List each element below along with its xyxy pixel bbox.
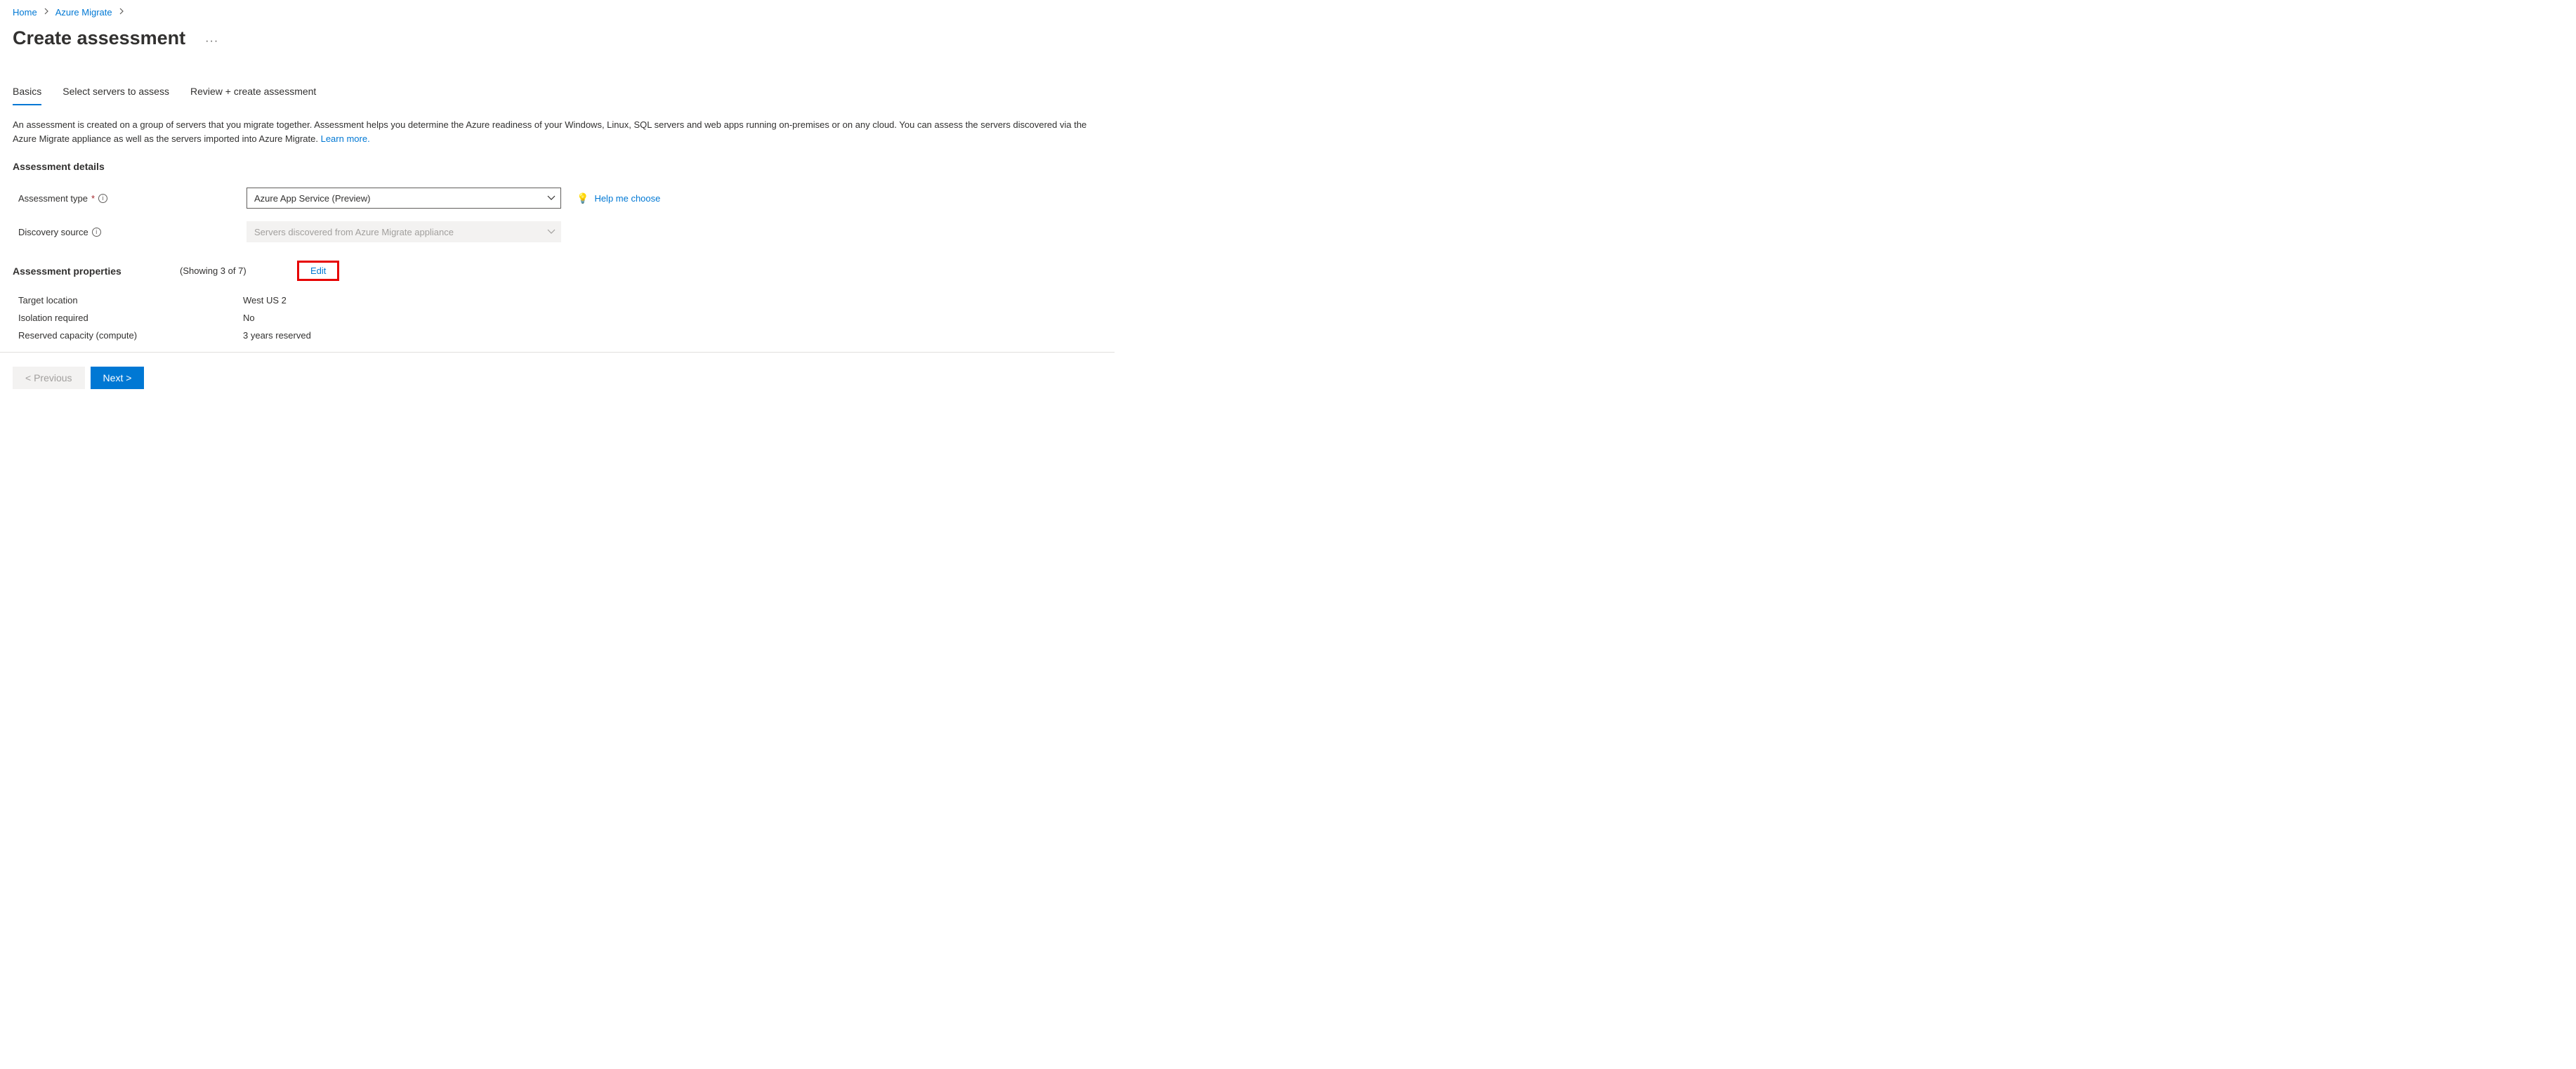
help-me-choose-link[interactable]: Help me choose bbox=[594, 193, 660, 204]
assessment-type-select[interactable]: Azure App Service (Preview) bbox=[247, 188, 561, 209]
footer-buttons: < Previous Next > bbox=[13, 353, 1102, 403]
chevron-right-icon bbox=[119, 8, 124, 17]
prop-reserved-capacity-label: Reserved capacity (compute) bbox=[18, 330, 243, 341]
section-assessment-details-header: Assessment details bbox=[13, 161, 1102, 172]
info-icon[interactable]: i bbox=[92, 228, 101, 237]
learn-more-link[interactable]: Learn more. bbox=[321, 133, 370, 144]
edit-highlight-box: Edit bbox=[297, 261, 339, 281]
assessment-type-label: Assessment type * i bbox=[13, 193, 247, 204]
breadcrumb-home[interactable]: Home bbox=[13, 7, 37, 18]
prop-isolation-required-label: Isolation required bbox=[18, 313, 243, 323]
more-actions-icon[interactable]: ··· bbox=[205, 35, 218, 48]
prop-isolation-required-value: No bbox=[243, 313, 255, 323]
section-assessment-properties-header: Assessment properties bbox=[13, 265, 180, 277]
page-title: Create assessment bbox=[13, 27, 185, 49]
tabs: Basics Select servers to assess Review +… bbox=[13, 86, 1102, 105]
discovery-source-label: Discovery source i bbox=[13, 227, 247, 237]
required-indicator: * bbox=[91, 193, 95, 204]
breadcrumb-azure-migrate[interactable]: Azure Migrate bbox=[55, 7, 112, 18]
description-body: An assessment is created on a group of s… bbox=[13, 119, 1086, 144]
next-button[interactable]: Next > bbox=[91, 367, 145, 389]
tab-review-create[interactable]: Review + create assessment bbox=[190, 86, 316, 105]
discovery-source-select: Servers discovered from Azure Migrate ap… bbox=[247, 221, 561, 242]
lightbulb-icon: 💡 bbox=[577, 192, 589, 204]
description-text: An assessment is created on a group of s… bbox=[13, 118, 1102, 145]
tab-basics[interactable]: Basics bbox=[13, 86, 41, 105]
breadcrumb: Home Azure Migrate bbox=[13, 7, 1102, 18]
edit-properties-link[interactable]: Edit bbox=[310, 265, 326, 276]
assessment-type-value: Azure App Service (Preview) bbox=[254, 193, 370, 204]
tab-select-servers[interactable]: Select servers to assess bbox=[63, 86, 169, 105]
info-icon[interactable]: i bbox=[98, 194, 107, 203]
prop-reserved-capacity-value: 3 years reserved bbox=[243, 330, 311, 341]
chevron-right-icon bbox=[44, 8, 48, 17]
prop-target-location-value: West US 2 bbox=[243, 295, 287, 306]
previous-button: < Previous bbox=[13, 367, 85, 389]
properties-showing-count: (Showing 3 of 7) bbox=[180, 265, 297, 276]
discovery-source-value: Servers discovered from Azure Migrate ap… bbox=[254, 227, 454, 237]
prop-target-location-label: Target location bbox=[18, 295, 243, 306]
